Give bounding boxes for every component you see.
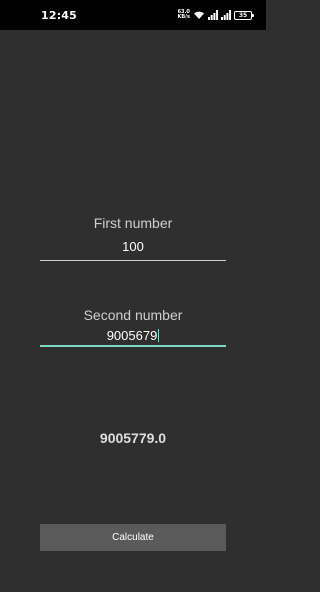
second-number-label: Second number [83, 307, 183, 323]
wifi-icon [194, 11, 204, 19]
first-number-label: First number [93, 215, 173, 231]
text-cursor [158, 329, 160, 342]
battery-level: 35 [238, 11, 248, 19]
status-time: 12:45 [41, 9, 78, 22]
network-speed: 63.0 KB/s [178, 10, 191, 20]
result-text: 9005779.0 [99, 430, 167, 446]
first-number-input[interactable]: 100 [40, 236, 226, 258]
signal-icon [208, 10, 218, 20]
second-number-input[interactable]: 9005679 [40, 325, 226, 347]
battery-icon: 35 [234, 10, 254, 20]
status-bar: 12:45 63.0 KB/s 35 [0, 0, 266, 30]
second-number-underline [40, 345, 226, 347]
calculate-button[interactable]: Calculate [40, 524, 226, 551]
status-icons: 63.0 KB/s 35 [178, 9, 254, 21]
second-number-value: 9005679 [106, 328, 158, 343]
signal-icon [221, 10, 231, 20]
network-speed-unit: KB/s [177, 14, 191, 20]
first-number-underline [40, 260, 226, 261]
